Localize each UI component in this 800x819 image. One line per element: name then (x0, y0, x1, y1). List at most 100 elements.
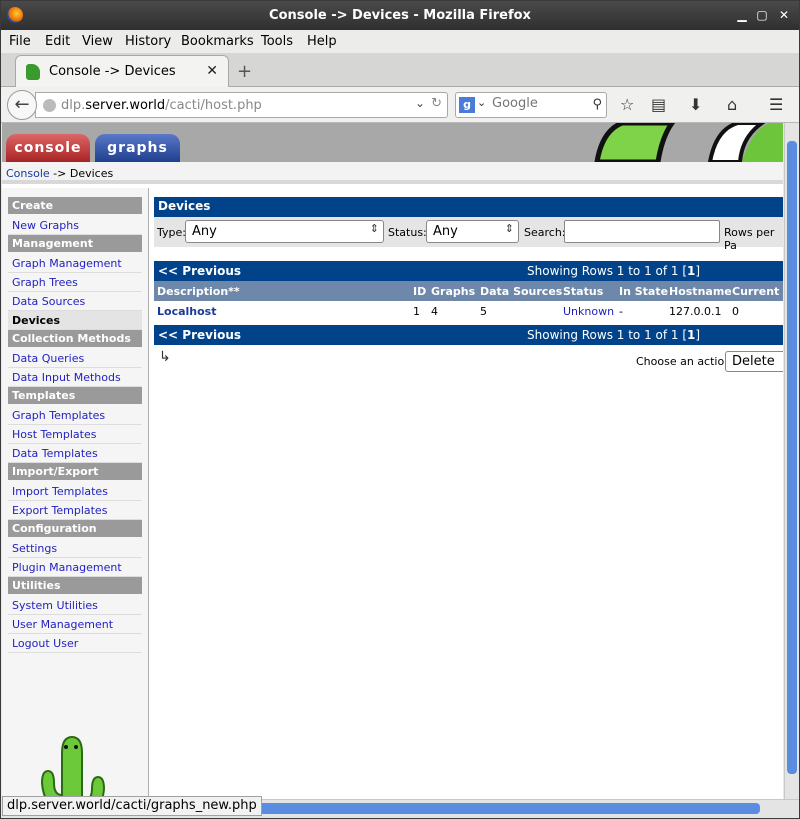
sidebar-item-import-templates[interactable]: Import Templates (8, 482, 142, 501)
col-graphs[interactable]: Graphs (431, 285, 475, 298)
sidebar-item-user-management[interactable]: User Management (8, 615, 142, 634)
sidebar-item-graph-templates[interactable]: Graph Templates (8, 406, 142, 425)
sidebar-section-collection-methods: Collection Methods (8, 330, 142, 347)
vertical-scroll-thumb[interactable] (787, 141, 797, 774)
breadcrumb: Console -> Devices (2, 162, 783, 184)
col-current[interactable]: Current (m (732, 285, 783, 298)
device-in-state: - (619, 305, 623, 318)
sidebar-item-host-templates[interactable]: Host Templates (8, 425, 142, 444)
sidebar-item-data-queries[interactable]: Data Queries (8, 349, 142, 368)
menu-help[interactable]: Help (307, 34, 337, 49)
minimize-icon[interactable]: ▁ (735, 8, 749, 22)
sidebar-section-utilities: Utilities (8, 577, 142, 594)
select-arrow-icon: ⇕ (504, 222, 514, 235)
cacti-favicon-icon (26, 64, 40, 80)
status-select[interactable]: Any ⇕ (426, 220, 519, 243)
col-hostname[interactable]: Hostname (669, 285, 732, 298)
url-bar[interactable]: dlp.server.world/cacti/host.php ⌄ ↻ (35, 92, 448, 118)
sidebar-item-plugin-management[interactable]: Plugin Management (8, 558, 142, 577)
select-arrow-corner-icon: ↳ (159, 349, 171, 365)
table-header: Description** ID Graphs Data Sources Sta… (154, 281, 783, 301)
vertical-scrollbar[interactable] (784, 123, 799, 799)
sidebar-item-graph-management[interactable]: Graph Management (8, 254, 142, 273)
menu-bar: File Edit View History Bookmarks Tools H… (1, 30, 799, 53)
device-search-input[interactable] (564, 220, 720, 243)
filter-bar: Type: Any ⇕ Status: Any ⇕ Search: Rows per… (154, 217, 783, 252)
col-description[interactable]: Description** (157, 285, 240, 298)
reload-icon[interactable]: ↻ (431, 96, 442, 111)
sidebar-item-logout-user[interactable]: Logout User (8, 634, 142, 653)
cactus-logo (40, 735, 106, 799)
url-text: dlp.server.world/cacti/host.php (61, 98, 262, 113)
google-engine-icon[interactable]: g (459, 97, 475, 113)
sidebar-item-new-graphs[interactable]: New Graphs (8, 216, 142, 235)
choose-action-label: Choose an action: (636, 355, 735, 368)
menu-file[interactable]: File (9, 34, 31, 49)
sidebar-item-settings[interactable]: Settings (8, 539, 142, 558)
home-icon[interactable]: ⌂ (727, 95, 737, 114)
menu-view[interactable]: View (82, 34, 113, 49)
col-in-state[interactable]: In State (619, 285, 668, 298)
col-id[interactable]: ID (413, 285, 426, 298)
status-bar: dlp.server.world/cacti/graphs_new.php (2, 796, 262, 816)
sidebar-item-data-templates[interactable]: Data Templates (8, 444, 142, 463)
back-button[interactable]: ← (7, 90, 37, 120)
pagination-bottom: << Previous Showing Rows 1 to 1 of 1 [1] (154, 325, 783, 345)
type-select[interactable]: Any ⇕ (185, 220, 384, 243)
device-current: 0 (732, 305, 739, 318)
search-input[interactable] (492, 96, 582, 111)
tab-strip: Console -> Devices ✕ + (1, 53, 799, 87)
device-status: Unknown (563, 305, 615, 318)
sidebar-item-data-input-methods[interactable]: Data Input Methods (8, 368, 142, 387)
console-tab[interactable]: console (6, 134, 90, 162)
status-label: Status: (388, 226, 427, 239)
menu-history[interactable]: History (125, 34, 171, 49)
showing-rows-text: Showing Rows 1 to 1 of 1 [1] (527, 328, 701, 342)
sidebar-item-devices[interactable]: Devices (8, 311, 142, 330)
new-tab-icon[interactable]: + (237, 61, 252, 82)
action-select[interactable]: Delete (725, 351, 783, 372)
sidebar: Create New Graphs Management Graph Manageme… (2, 188, 149, 799)
sidebar-item-system-utilities[interactable]: System Utilities (8, 596, 142, 615)
sidebar-section-create: Create (8, 197, 142, 214)
cactus-banner-art (594, 123, 783, 162)
navigation-bar: dlp.server.world/cacti/host.php ⌄ ↻ ← g … (1, 87, 799, 123)
sidebar-item-data-sources[interactable]: Data Sources (8, 292, 142, 311)
sidebar-section-import-export: Import/Export (8, 463, 142, 480)
menu-edit[interactable]: Edit (45, 34, 70, 49)
device-hostname: 127.0.0.1 (669, 305, 722, 318)
sidebar-section-configuration: Configuration (8, 520, 142, 537)
menu-hamburger-icon[interactable]: ☰ (769, 95, 783, 114)
search-box[interactable]: g ⌄ ⚲ (455, 92, 607, 118)
tab-console-devices[interactable]: Console -> Devices ✕ (15, 55, 229, 87)
maximize-icon[interactable]: ▢ (755, 8, 769, 22)
col-status[interactable]: Status (563, 285, 603, 298)
breadcrumb-console-link[interactable]: Console (6, 167, 50, 180)
search-label: Search: (524, 226, 566, 239)
close-window-icon[interactable]: ✕ (777, 8, 791, 22)
url-history-dropdown-icon[interactable]: ⌄ (415, 96, 425, 110)
col-data-sources[interactable]: Data Sources (480, 285, 562, 298)
globe-icon (43, 99, 56, 112)
previous-link[interactable]: << Previous (158, 328, 241, 342)
reading-list-icon[interactable]: ▤ (651, 95, 666, 114)
devices-header: Devices (154, 197, 783, 217)
downloads-icon[interactable]: ⬇ (689, 95, 702, 114)
menu-tools[interactable]: Tools (261, 34, 293, 49)
menu-bookmarks[interactable]: Bookmarks (181, 34, 254, 49)
cacti-banner: console graphs (2, 123, 783, 162)
device-description-link[interactable]: Localhost (157, 305, 216, 318)
breadcrumb-separator: -> (53, 167, 67, 180)
previous-link[interactable]: << Previous (158, 264, 241, 278)
sidebar-item-export-templates[interactable]: Export Templates (8, 501, 142, 520)
binoculars-icon[interactable]: ⚲ (592, 97, 602, 112)
showing-rows-text: Showing Rows 1 to 1 of 1 [1] (527, 264, 701, 278)
engine-dropdown-icon[interactable]: ⌄ (477, 96, 486, 109)
page-content: console graphs Console -> Devices Create… (2, 123, 783, 799)
graphs-tab[interactable]: graphs (95, 134, 180, 162)
breadcrumb-current: Devices (69, 167, 114, 180)
browser-window: Console -> Devices - Mozilla Firefox ▁ ▢… (0, 0, 800, 819)
close-tab-icon[interactable]: ✕ (206, 63, 218, 79)
bookmark-star-icon[interactable]: ☆ (620, 95, 634, 114)
sidebar-item-graph-trees[interactable]: Graph Trees (8, 273, 142, 292)
